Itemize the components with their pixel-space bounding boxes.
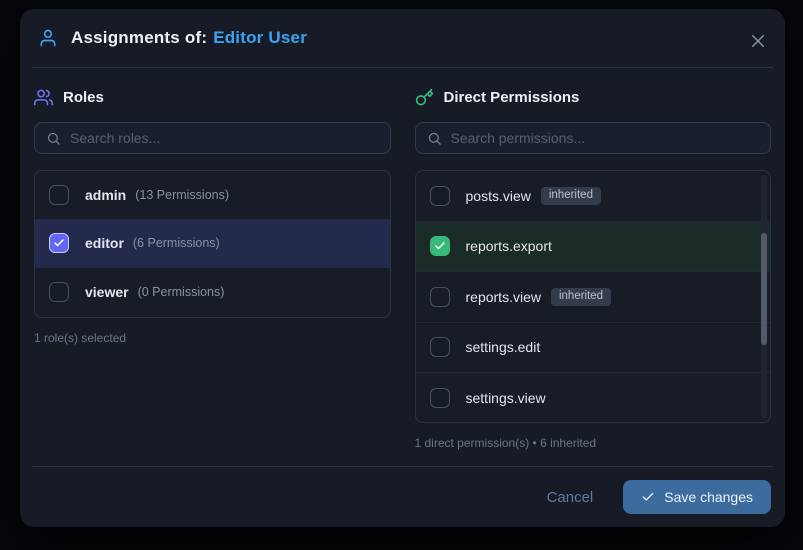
permission-row[interactable]: reports.export — [415, 221, 770, 272]
modal-header: Assignments of: Editor User — [20, 9, 785, 67]
permission-name: reports.view — [465, 288, 541, 305]
save-changes-button[interactable]: Save changes — [623, 480, 771, 514]
permissions-search — [414, 122, 771, 154]
role-permission-count: (0 Permissions) — [137, 285, 225, 300]
checkmark-icon — [54, 239, 64, 247]
permission-name: settings.edit — [465, 339, 541, 356]
role-checkbox[interactable] — [49, 233, 69, 254]
inherited-badge: inherited — [540, 187, 601, 205]
role-row[interactable]: viewer (0 Permissions) — [35, 268, 390, 317]
permission-row[interactable]: settings.edit — [415, 323, 770, 373]
users-icon — [34, 89, 53, 106]
check-icon — [642, 492, 654, 501]
modal-footer: Cancel Save changes — [32, 466, 773, 527]
assignments-modal: Assignments of: Editor User Roles admin (… — [20, 9, 785, 527]
permissions-search-input[interactable] — [450, 130, 759, 146]
role-permission-count: (6 Permissions) — [132, 236, 220, 251]
permission-row[interactable]: settings.view — [416, 373, 771, 422]
role-row[interactable]: editor (6 Permissions) — [35, 219, 390, 268]
permission-name: settings.view — [465, 389, 546, 406]
permissions-summary: 1 direct permission(s) • 6 inherited — [414, 436, 597, 450]
permission-checkbox[interactable] — [429, 387, 450, 408]
permission-checkbox[interactable] — [429, 337, 450, 358]
cancel-button[interactable]: Cancel — [547, 489, 594, 506]
roles-search — [34, 122, 391, 154]
role-row[interactable]: admin (13 Permissions) — [35, 171, 390, 220]
permissions-panel-title-label: Direct Permissions — [443, 89, 580, 106]
permission-checkbox[interactable] — [429, 286, 450, 307]
permission-checkbox[interactable] — [429, 185, 450, 206]
save-changes-label: Save changes — [664, 489, 753, 505]
permission-row[interactable]: posts.view inherited — [415, 171, 770, 222]
roles-summary: 1 role(s) selected — [34, 330, 127, 345]
roles-search-input[interactable] — [70, 130, 379, 146]
permissions-scrollbar-thumb[interactable] — [761, 233, 767, 345]
permission-name: reports.export — [465, 238, 552, 255]
permissions-panel: Direct Permissions posts.view inherited … — [414, 88, 772, 450]
checkmark-icon — [434, 242, 445, 250]
role-name: editor — [85, 235, 124, 252]
roles-panel-title-label: Roles — [63, 89, 104, 106]
modal-title-prefix: Assignments of: — [71, 28, 208, 47]
close-icon — [752, 35, 764, 47]
role-name: viewer — [85, 284, 129, 301]
role-permission-count: (13 Permissions) — [135, 187, 230, 202]
user-icon — [40, 29, 56, 47]
modal-body: Roles admin (13 Permissions) editor (6 P… — [34, 88, 771, 450]
header-divider — [32, 67, 773, 68]
modal-title-user: Editor User — [213, 28, 308, 47]
permissions-list: posts.view inherited reports.export repo… — [414, 170, 771, 423]
inherited-badge: inherited — [550, 288, 612, 306]
role-name: admin — [85, 186, 127, 203]
modal-title: Assignments of: Editor User — [71, 28, 307, 48]
close-button[interactable] — [747, 30, 769, 52]
roles-panel-title: Roles — [34, 88, 391, 107]
permission-checkbox[interactable] — [429, 236, 450, 257]
role-checkbox[interactable] — [49, 184, 69, 205]
search-icon — [47, 132, 60, 145]
role-checkbox[interactable] — [49, 282, 69, 303]
permission-name: posts.view — [465, 187, 531, 204]
roles-panel: Roles admin (13 Permissions) editor (6 P… — [34, 88, 391, 450]
search-icon — [428, 132, 441, 145]
permissions-panel-title: Direct Permissions — [415, 88, 772, 107]
permissions-scrollbar-track[interactable] — [761, 175, 767, 418]
permission-row[interactable]: reports.view inherited — [415, 272, 770, 323]
roles-list: admin (13 Permissions) editor (6 Permiss… — [34, 170, 391, 318]
key-icon — [415, 88, 433, 106]
